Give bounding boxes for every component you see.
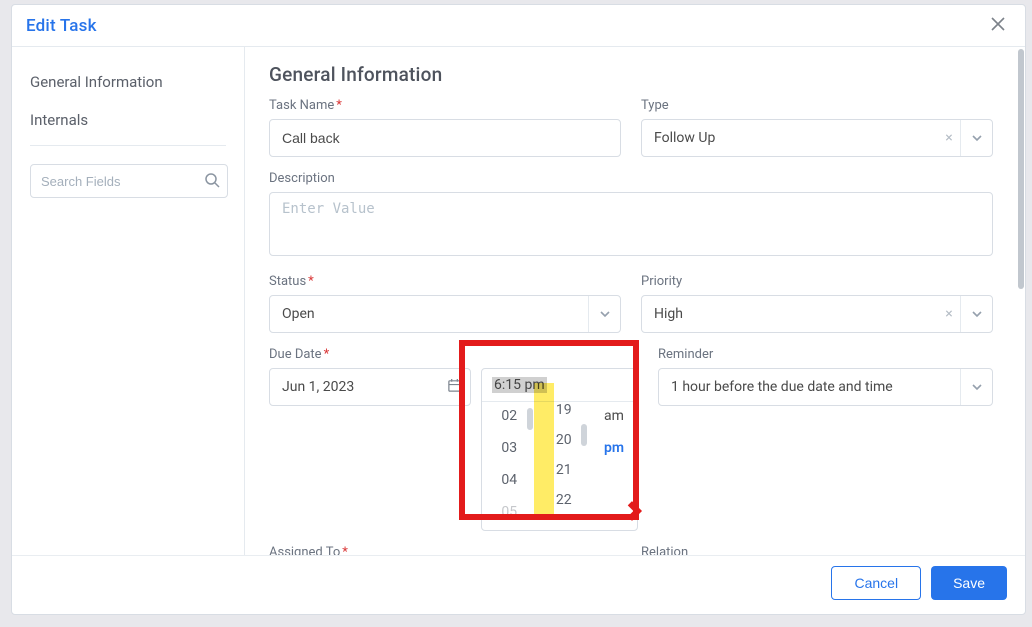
scrollbar-thumb[interactable]: [1018, 49, 1024, 289]
content-pane: General Information Task Name* Type Foll…: [245, 47, 1025, 555]
task-name-input[interactable]: [269, 119, 621, 157]
label-reminder: Reminder: [658, 347, 993, 362]
minute-option[interactable]: 20: [556, 432, 572, 448]
minutes-column[interactable]: 19 20 21 22: [537, 402, 592, 530]
hour-option[interactable]: 02: [501, 408, 517, 424]
chevron-down-icon: [960, 369, 992, 405]
modal-title: Edit Task: [26, 16, 97, 36]
hour-option[interactable]: 04: [501, 472, 517, 488]
chevron-down-icon: [960, 296, 992, 332]
due-date-value: Jun 1, 2023: [282, 379, 447, 395]
label-due-date: Due Date*: [269, 347, 638, 362]
modal-body: General Information Internals General In…: [12, 47, 1025, 555]
label-task-name: Task Name*: [269, 98, 621, 113]
priority-value: High: [654, 306, 938, 322]
cancel-button[interactable]: Cancel: [831, 566, 921, 600]
priority-select[interactable]: High ×: [641, 295, 993, 333]
section-title-general: General Information: [269, 63, 993, 86]
minute-option[interactable]: 22: [556, 492, 572, 508]
content-scrollbar[interactable]: [1017, 47, 1025, 555]
time-picker-header[interactable]: 6:15 pm: [482, 369, 637, 402]
form-scroll-area[interactable]: General Information Task Name* Type Foll…: [245, 47, 1017, 555]
status-value: Open: [282, 306, 588, 322]
label-priority: Priority: [641, 274, 993, 289]
label-description: Description: [269, 171, 993, 186]
status-select[interactable]: Open: [269, 295, 621, 333]
label-assigned-to: Assigned To*: [269, 545, 621, 555]
priority-clear-icon[interactable]: ×: [938, 306, 960, 322]
close-icon[interactable]: [985, 13, 1011, 38]
minutes-scrollbar[interactable]: [581, 424, 587, 446]
modal-footer: Cancel Save: [12, 555, 1025, 614]
hours-column[interactable]: 02 03 04 05: [482, 402, 537, 530]
due-date-input[interactable]: Jun 1, 2023: [269, 368, 471, 406]
ampm-column[interactable]: am pm: [591, 402, 637, 530]
search-icon: [204, 172, 220, 188]
sidebar-item-internals[interactable]: Internals: [30, 103, 226, 141]
sidebar-divider: [30, 145, 226, 146]
search-fields-wrap: [30, 164, 228, 198]
hours-scrollbar[interactable]: [527, 408, 533, 430]
reminder-select[interactable]: 1 hour before the due date and time: [658, 368, 993, 406]
time-picker-body: 02 03 04 05 19 20 21: [482, 402, 637, 530]
time-picker-value: 6:15 pm: [492, 377, 547, 393]
sidebar: General Information Internals: [12, 47, 245, 555]
label-status: Status*: [269, 274, 621, 289]
hour-option[interactable]: 03: [501, 440, 517, 456]
label-type: Type: [641, 98, 993, 113]
pm-option[interactable]: pm: [604, 440, 624, 456]
description-textarea[interactable]: [269, 192, 993, 256]
sidebar-item-general-information[interactable]: General Information: [30, 65, 226, 103]
search-input[interactable]: [30, 164, 228, 198]
type-select[interactable]: Follow Up ×: [641, 119, 993, 157]
edit-task-modal: Edit Task General Information Internals …: [11, 4, 1026, 615]
type-value: Follow Up: [654, 130, 938, 146]
modal-header: Edit Task: [12, 5, 1025, 47]
time-picker-popup[interactable]: 6:15 pm 02 03 04 05: [481, 368, 638, 531]
calendar-icon: [447, 378, 462, 397]
save-button[interactable]: Save: [931, 566, 1007, 600]
label-relation: Relation: [641, 545, 993, 555]
minute-option[interactable]: 21: [556, 462, 572, 478]
type-clear-icon[interactable]: ×: [938, 130, 960, 146]
reminder-value: 1 hour before the due date and time: [671, 379, 960, 395]
am-option[interactable]: am: [604, 408, 624, 424]
chevron-down-icon: [960, 120, 992, 156]
minute-option[interactable]: 19: [556, 402, 572, 418]
chevron-down-icon: [588, 296, 620, 332]
